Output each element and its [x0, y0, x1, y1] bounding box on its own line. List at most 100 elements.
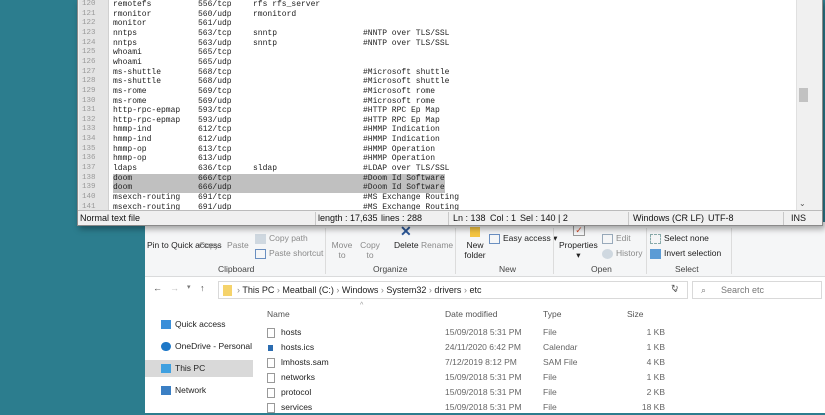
file-icon [267, 388, 275, 398]
file-size: 4 KB [646, 357, 665, 367]
easy-access-button[interactable]: Easy access ▾ [489, 233, 557, 244]
recent-chevron-icon[interactable]: ▾ [187, 283, 191, 291]
scroll-down-arrow-icon[interactable]: ⌄ [799, 199, 806, 208]
nav-item[interactable]: OneDrive - Personal [145, 338, 253, 355]
line-port: 563/udp [198, 38, 232, 48]
file-date: 15/09/2018 5:31 PM [445, 387, 522, 397]
organize-group-label: Organize [373, 264, 408, 274]
nav-item[interactable]: Network [145, 382, 253, 399]
column-header-type[interactable]: Type [543, 309, 561, 319]
editor-line[interactable]: 126 whoami 565/udp [79, 58, 809, 68]
copy-path-button[interactable]: Copy path [255, 233, 308, 244]
file-row[interactable]: protocol 15/09/2018 5:31 PM File 2 KB [255, 385, 755, 400]
file-size: 1 KB [646, 372, 665, 382]
breadcrumb-item[interactable]: Windows [342, 285, 379, 295]
history-button[interactable]: History [602, 248, 642, 259]
navigation-pane: Quick access OneDrive - Personal This PC Ne… [145, 304, 255, 414]
folder-icon [223, 285, 232, 296]
editor-line[interactable]: 135 hmmp-op 613/tcp #HMMP Operation [79, 145, 809, 155]
delete-button[interactable]: ✕ Delete [394, 224, 419, 250]
edit-button[interactable]: Edit [602, 233, 631, 244]
column-header-name[interactable]: Name [267, 309, 290, 319]
copy-button[interactable]: Copy [199, 240, 219, 250]
move-to-button[interactable]: Move to [331, 240, 353, 260]
paste-button[interactable]: Paste [227, 240, 249, 250]
file-row[interactable]: networks 15/09/2018 5:31 PM File 1 KB [255, 370, 755, 385]
line-number: 125 [82, 48, 96, 57]
editor-line[interactable]: 139 doom 666/udp #Doom Id Software [79, 183, 809, 193]
line-port: 556/tcp [198, 0, 232, 9]
editor-line[interactable]: 125 whoami 565/tcp [79, 48, 809, 58]
editor-line[interactable]: 122 monitor 561/udp [79, 19, 809, 29]
line-name: rmonitor [113, 9, 152, 19]
line-name: msexch-routing [113, 202, 181, 210]
editor-line[interactable]: 121 rmonitor 560/udp rmonitord [79, 10, 809, 20]
editor-line[interactable]: 131 http-rpc-epmap 593/tcp #HTTP RPC Ep Map [79, 106, 809, 116]
vertical-scrollbar[interactable]: ⌄ [796, 0, 809, 210]
up-arrow-icon[interactable]: ↑ [200, 283, 205, 293]
editor-line[interactable]: 138 doom 666/tcp #Doom Id Software [79, 174, 809, 184]
editor-line[interactable]: 127 ms-shuttle 568/tcp #Microsoft shuttle [79, 68, 809, 78]
column-header-size[interactable]: Size [627, 309, 644, 319]
search-input[interactable]: ⌕ Search etc [692, 281, 822, 299]
editor-line[interactable]: 124 nntps 563/udp snntp #NNTP over TLS/SSL [79, 39, 809, 49]
editor-line[interactable]: 130 ms-rome 569/udp #Microsoft rome [79, 97, 809, 107]
line-port: 568/tcp [198, 67, 232, 77]
paste-shortcut-button[interactable]: Paste shortcut [255, 248, 323, 259]
editor-line[interactable]: 134 hmmp-ind 612/udp #HMMP Indication [79, 135, 809, 145]
file-type: SAM File [543, 357, 578, 367]
cloud-icon [161, 342, 171, 351]
refresh-icon[interactable]: ↻ [671, 283, 679, 294]
editor-line[interactable]: 137 ldaps 636/tcp sldap #LDAP over TLS/SSL [79, 164, 809, 174]
breadcrumb-item[interactable]: System32 [386, 285, 426, 295]
line-number: 137 [82, 164, 96, 173]
forward-arrow-icon[interactable]: → [170, 283, 179, 293]
properties-button[interactable]: ✓ Properties ▾ [559, 224, 598, 260]
column-header-date[interactable]: Date modified [445, 309, 497, 319]
breadcrumb-item[interactable]: etc [469, 285, 481, 295]
invert-selection-button[interactable]: Invert selection [650, 248, 721, 259]
line-number: 132 [82, 115, 96, 124]
line-number: 120 [82, 0, 96, 8]
clipboard-group-label: Clipboard [218, 264, 255, 274]
file-row[interactable]: lmhosts.sam 7/12/2019 8:12 PM SAM File 4 KB [255, 355, 755, 370]
back-arrow-icon[interactable]: ← [153, 283, 162, 293]
line-name: monitor [113, 19, 147, 29]
status-filetype: Normal text file [80, 213, 141, 223]
copy-to-button[interactable]: Copy to [359, 240, 381, 260]
scrollbar-thumb[interactable] [799, 88, 808, 102]
editor-line[interactable]: 133 hmmp-ind 612/tcp #HMMP Indication [79, 125, 809, 135]
breadcrumb-item[interactable]: This PC [242, 285, 274, 295]
editor-line[interactable]: 141 msexch-routing 691/udp #MS Exchange Rou… [79, 203, 809, 210]
editor-line[interactable]: 123 nntps 563/tcp snntp #NNTP over TLS/SSL [79, 29, 809, 39]
address-bar[interactable]: › This PC › Meatball (C:) › Windows › Sy… [218, 281, 688, 299]
line-name: ms-shuttle [113, 77, 162, 87]
pin-to-quick-access-button[interactable]: Pin to Quick access [147, 240, 222, 250]
editor-line[interactable]: 120 remotefs 556/tcp rfs rfs_server [79, 0, 809, 10]
status-bar: Normal text file length : 17,635 lines :… [78, 210, 822, 225]
breadcrumb-item[interactable]: Meatball (C:) [282, 285, 334, 295]
file-row[interactable]: hosts.ics 24/11/2020 6:42 PM Calendar 1 KB [255, 340, 755, 355]
line-port: 568/udp [198, 77, 232, 87]
nav-item[interactable]: Quick access [145, 316, 253, 333]
line-name: hmmp-op [113, 154, 147, 164]
select-none-button[interactable]: Select none [650, 233, 709, 244]
file-row[interactable]: hosts 15/09/2018 5:31 PM File 1 KB [255, 325, 755, 340]
line-name: doom [113, 173, 133, 183]
editor-line[interactable]: 129 ms-rome 569/tcp #Microsoft rome [79, 87, 809, 97]
text-editor[interactable]: 120 remotefs 556/tcp rfs rfs_server 121 rmoni… [79, 0, 809, 210]
line-comment: #HTTP RPC Ep Map [363, 115, 440, 125]
line-port: 565/tcp [198, 48, 232, 58]
line-comment: #HTTP RPC Ep Map [363, 106, 440, 116]
line-port: 613/tcp [198, 144, 232, 154]
ribbon: Pin to Quick access Copy Paste Copy path… [145, 222, 825, 277]
breadcrumb-item[interactable]: drivers [434, 285, 461, 295]
nav-item[interactable]: This PC [145, 360, 253, 377]
new-folder-button[interactable]: New folder [461, 227, 489, 260]
editor-line[interactable]: 132 http-rpc-epmap 593/udp #HTTP RPC Ep Map [79, 116, 809, 126]
line-number: 126 [82, 57, 96, 66]
editor-line[interactable]: 140 msexch-routing 691/tcp #MS Exchange Rou… [79, 193, 809, 203]
editor-line[interactable]: 136 hmmp-op 613/udp #HMMP Operation [79, 154, 809, 164]
editor-line[interactable]: 128 ms-shuttle 568/udp #Microsoft shuttle [79, 77, 809, 87]
rename-button[interactable]: Rename [421, 240, 453, 250]
